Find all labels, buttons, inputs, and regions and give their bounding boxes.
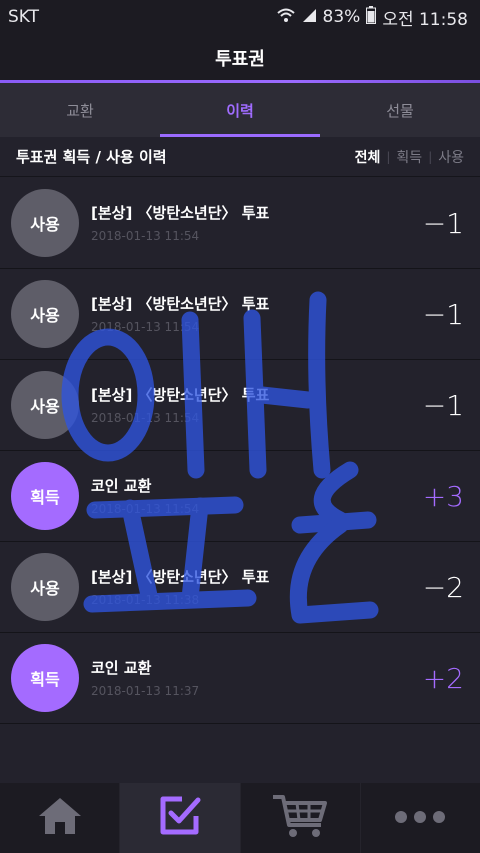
more-icon: [394, 809, 446, 828]
row-amount: −1: [422, 297, 464, 331]
clock: 오전 11:58: [382, 9, 468, 30]
row-timestamp: 2018-01-13 11:54: [91, 411, 200, 425]
type-badge: 사용: [11, 280, 79, 348]
type-badge: 사용: [11, 371, 79, 439]
row-text: [본상] 〈방탄소년단〉 투표 2018-01-13 11:54: [91, 293, 269, 334]
filter-gain[interactable]: 획득: [390, 147, 428, 167]
tab-label: 교환: [66, 101, 94, 120]
nav-shop-button[interactable]: [241, 783, 361, 853]
history-row[interactable]: 사용 [본상] 〈방탄소년단〉 투표 2018-01-13 11:54 −1: [0, 269, 480, 360]
row-amount: −2: [422, 570, 464, 604]
bottom-nav: [0, 783, 480, 853]
history-row[interactable]: 사용 [본상] 〈방탄소년단〉 투표 2018-01-13 11:54 −1: [0, 178, 480, 269]
header-bar: 투표권: [0, 34, 480, 82]
row-timestamp: 2018-01-13 11:54: [91, 320, 200, 334]
tab-history[interactable]: 이력: [160, 83, 320, 137]
row-title: [본상] 〈방탄소년단〉 투표: [91, 386, 270, 404]
row-title: [본상] 〈방탄소년단〉 투표: [91, 204, 270, 222]
home-icon: [37, 796, 83, 840]
row-amount: −1: [422, 388, 464, 422]
cart-icon: [271, 793, 329, 843]
wifi-icon: [276, 7, 295, 28]
carrier-label: SKT: [8, 7, 40, 27]
row-timestamp: 2018-01-13 11:37: [91, 684, 200, 698]
status-bar: SKT 83% 오전 11:58: [0, 0, 480, 34]
status-indicators: 83% 오전 11:58: [276, 5, 468, 30]
signal-icon: [301, 7, 317, 28]
row-title: [본상] 〈방탄소년단〉 투표: [91, 295, 270, 313]
page-title: 투표권: [215, 49, 265, 70]
type-badge: 사용: [11, 189, 79, 257]
history-section-header: 투표권 획득 / 사용 이력 전체 | 획득 | 사용: [0, 137, 480, 177]
section-title: 투표권 획득 / 사용 이력: [16, 148, 167, 166]
type-badge: 획득: [11, 462, 79, 530]
history-row[interactable]: 획득 코인 교환 2018-01-13 11:54 +3: [0, 451, 480, 542]
history-list: 사용 [본상] 〈방탄소년단〉 투표 2018-01-13 11:54 −1 사…: [0, 178, 480, 724]
tab-label: 선물: [386, 101, 414, 120]
history-row[interactable]: 사용 [본상] 〈방탄소년단〉 투표 2018-01-13 11:54 −1: [0, 360, 480, 451]
nav-vote-button[interactable]: [120, 783, 241, 853]
tab-bar: 교환 이력 선물: [0, 83, 480, 137]
row-text: [본상] 〈방탄소년단〉 투표 2018-01-13 11:38: [91, 566, 269, 607]
tab-gift[interactable]: 선물: [320, 83, 480, 137]
row-amount: +2: [422, 661, 464, 695]
filter-group: 전체 | 획득 | 사용: [349, 147, 470, 167]
history-row[interactable]: 획득 코인 교환 2018-01-13 11:37 +2: [0, 633, 480, 724]
tab-label: 이력: [226, 101, 254, 120]
row-text: [본상] 〈방탄소년단〉 투표 2018-01-13 11:54: [91, 384, 269, 425]
vote-check-icon: [158, 794, 202, 842]
type-badge: 사용: [11, 553, 79, 621]
nav-more-button[interactable]: [361, 783, 480, 853]
nav-home-button[interactable]: [0, 783, 121, 853]
filter-use[interactable]: 사용: [432, 147, 470, 167]
row-timestamp: 2018-01-13 11:54: [91, 502, 200, 516]
history-row[interactable]: 사용 [본상] 〈방탄소년단〉 투표 2018-01-13 11:38 −2: [0, 542, 480, 633]
row-title: 코인 교환: [91, 659, 152, 677]
battery-icon: [366, 5, 377, 29]
row-amount: +3: [422, 479, 464, 513]
battery-percent: 83%: [322, 7, 361, 27]
row-timestamp: 2018-01-13 11:54: [91, 229, 200, 243]
row-amount: −1: [422, 206, 464, 240]
type-badge: 획득: [11, 644, 79, 712]
row-title: 코인 교환: [91, 477, 152, 495]
row-title: [본상] 〈방탄소년단〉 투표: [91, 568, 270, 586]
row-text: [본상] 〈방탄소년단〉 투표 2018-01-13 11:54: [91, 202, 269, 243]
row-text: 코인 교환 2018-01-13 11:37: [91, 657, 199, 698]
row-text: 코인 교환 2018-01-13 11:54: [91, 475, 199, 516]
filter-all[interactable]: 전체: [349, 147, 387, 167]
tab-exchange[interactable]: 교환: [0, 83, 160, 137]
row-timestamp: 2018-01-13 11:38: [91, 593, 200, 607]
